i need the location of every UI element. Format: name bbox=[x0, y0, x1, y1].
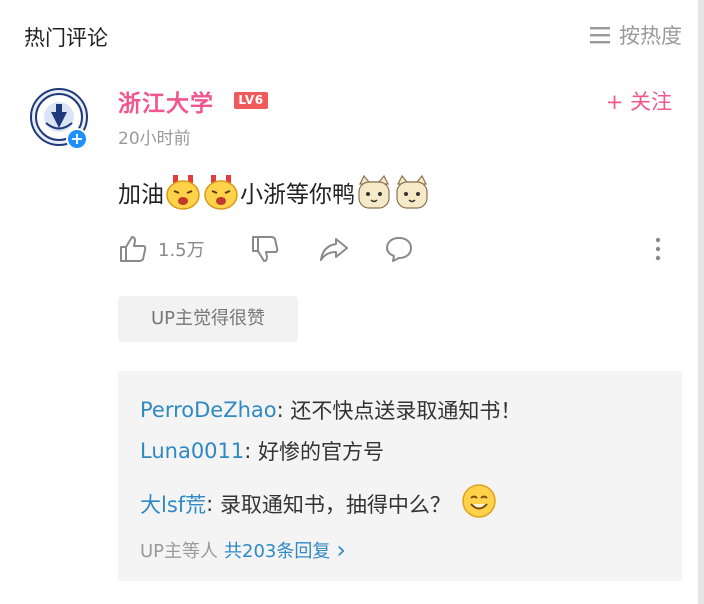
reply-text: 好惨的官方号 bbox=[258, 440, 385, 464]
reply-username[interactable]: 大lsf荒 bbox=[140, 489, 206, 519]
reply-text: 还不快点送录取通知书！ bbox=[290, 399, 522, 423]
list-icon bbox=[589, 25, 611, 45]
cheer-face-emoji-icon bbox=[202, 174, 240, 210]
like-button[interactable]: 1.5万 bbox=[118, 234, 205, 264]
reply-username[interactable]: Luna0011 bbox=[140, 439, 244, 463]
replies-preview[interactable]: PerroDeZhao: 还不快点送录取通知书！ Luna0011: 好惨的官方… bbox=[118, 371, 682, 581]
reply-separator: : bbox=[206, 491, 220, 516]
more-vertical-icon bbox=[652, 234, 664, 264]
comment-actions: 1.5万 bbox=[118, 234, 678, 266]
comment-text-2: 小浙等你鸭 bbox=[240, 182, 355, 208]
thumbs-down-icon bbox=[250, 234, 280, 264]
reply-username[interactable]: PerroDeZhao bbox=[140, 398, 277, 422]
reply-separator: : bbox=[276, 398, 291, 422]
like-count: 1.5万 bbox=[158, 240, 205, 261]
chevron-right-icon: › bbox=[336, 536, 346, 564]
reply-button[interactable] bbox=[384, 234, 414, 264]
up-liked-tag: UP主觉得很赞 bbox=[118, 296, 298, 342]
level-badge: LV6 bbox=[234, 92, 268, 109]
thumbs-up-icon bbox=[118, 234, 148, 264]
share-button[interactable] bbox=[318, 234, 350, 264]
sort-button[interactable]: 按热度 bbox=[589, 20, 682, 50]
reply-separator: : bbox=[244, 439, 259, 463]
speech-bubble-icon bbox=[384, 234, 414, 264]
reply-text: 录取通知书，抽得中么？ bbox=[219, 492, 451, 517]
dislike-button[interactable] bbox=[250, 234, 280, 264]
cheer-face-emoji-icon bbox=[164, 174, 202, 210]
reply-item[interactable]: Luna0011: 好惨的官方号 bbox=[140, 436, 384, 466]
comment-username[interactable]: 浙江大学 bbox=[118, 84, 214, 118]
cat-face-emoji-icon bbox=[393, 174, 431, 210]
reply-count: 共203条回复 bbox=[224, 541, 331, 562]
verified-badge-icon: + bbox=[66, 128, 88, 150]
more-options-button[interactable] bbox=[652, 234, 664, 264]
comment-time: 20小时前 bbox=[118, 129, 191, 149]
reply-footer-prefix: UP主等人 bbox=[140, 541, 219, 562]
comment-content: 加油 小浙等你鸭 bbox=[118, 172, 431, 212]
view-all-replies-link[interactable]: UP主等人 共203条回复 › bbox=[140, 537, 346, 563]
scrollbar-edge bbox=[698, 0, 704, 604]
section-title: 热门评论 bbox=[24, 26, 108, 50]
follow-button[interactable]: + 关注 bbox=[606, 86, 672, 116]
comment-text-1: 加油 bbox=[118, 182, 164, 208]
sort-label: 按热度 bbox=[619, 24, 682, 48]
cat-face-emoji-icon bbox=[355, 174, 393, 210]
reply-item[interactable]: PerroDeZhao: 还不快点送录取通知书！ bbox=[140, 395, 521, 425]
reply-item[interactable]: 大lsf荒: 录取通知书，抽得中么？ bbox=[140, 483, 497, 524]
share-arrow-icon bbox=[318, 234, 350, 264]
smile-emoji-icon bbox=[461, 483, 497, 524]
